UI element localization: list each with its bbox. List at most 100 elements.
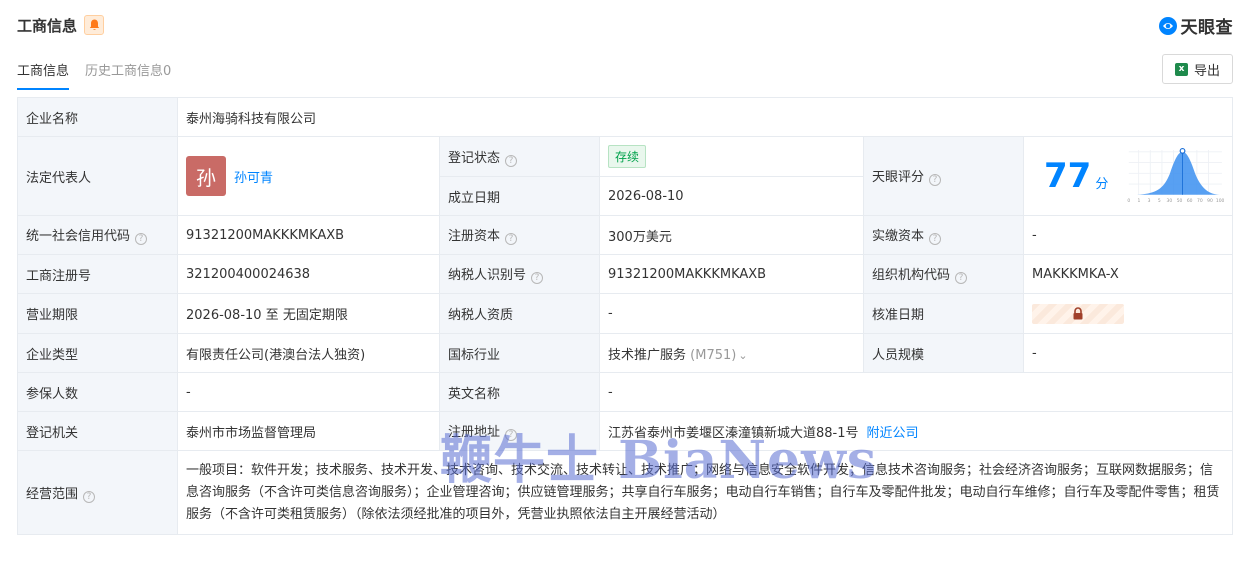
- help-icon[interactable]: ?: [505, 154, 518, 167]
- axis-tick-label: 70: [1197, 198, 1203, 204]
- help-icon[interactable]: ?: [531, 272, 544, 284]
- reg-address-label: 注册地址: [448, 425, 501, 440]
- axis-tick-label: 0: [1128, 198, 1131, 204]
- table-row: 经营范围? 一般项目：软件开发；技术服务、技术开发、技术咨询、技术交流、技术转让…: [17, 450, 1234, 535]
- axis-tick-label: 100: [1216, 198, 1224, 204]
- approval-date-cell: [1022, 293, 1234, 334]
- english-name-label: 英文名称: [439, 372, 600, 412]
- industry-code: (M751): [690, 347, 737, 363]
- paid-capital-label: 实缴资本: [872, 229, 925, 244]
- credit-code-label: 统一社会信用代码: [26, 229, 131, 244]
- help-icon[interactable]: ?: [83, 490, 96, 503]
- taxpayer-id-label: 纳税人识别号: [448, 268, 527, 283]
- score-value: 77: [1044, 156, 1092, 196]
- excel-icon: x: [1174, 62, 1188, 76]
- help-icon[interactable]: ?: [955, 272, 968, 284]
- company-type-label: 企业类型: [17, 333, 178, 373]
- logo-text: 天眼查: [1180, 18, 1233, 38]
- avatar[interactable]: 孙: [186, 156, 226, 196]
- table-row: 工商注册号 321200400024638 纳税人识别号? 91321200MA…: [17, 254, 1234, 294]
- table-row: 统一社会信用代码? 91321200MAKKKMKAXB 注册资本? 300万美…: [17, 215, 1234, 255]
- axis-tick-label: 90: [1207, 198, 1213, 204]
- credit-code-value: 91321200MAKKKMKAXB: [177, 215, 440, 255]
- company-type-value: 有限责任公司(港澳台法人独资): [177, 333, 440, 373]
- eye-icon: [1158, 16, 1177, 35]
- legal-rep-name-link[interactable]: 孙可青: [234, 171, 273, 186]
- bell-icon[interactable]: [84, 15, 105, 35]
- table-row: 企业名称 泰州海骑科技有限公司: [17, 97, 1234, 137]
- org-code-value: MAKKKMKA-X: [1022, 254, 1234, 294]
- reg-authority-label: 登记机关: [17, 411, 178, 451]
- score-unit: 分: [1095, 176, 1109, 192]
- chevron-down-icon[interactable]: ⌄: [738, 349, 747, 362]
- taxpayer-qual-label: 纳税人资质: [439, 293, 600, 334]
- taxpayer-id-label-cell: 纳税人识别号?: [439, 254, 600, 294]
- help-icon[interactable]: ?: [135, 233, 148, 245]
- table-row: 法定代表人 孙孙可青 登记状态? 存续 天眼评分? 77 分 0 1 3 5 30 50 6…: [17, 136, 1234, 216]
- export-label: 导出: [1193, 63, 1220, 79]
- help-icon[interactable]: ?: [929, 174, 942, 186]
- industry-label: 国标行业: [439, 333, 600, 373]
- table-row: 营业期限 2026-08-10 至 无固定期限 纳税人资质 - 核准日期: [17, 293, 1234, 334]
- axis-tick-label: 3: [1148, 198, 1151, 204]
- reg-status-cell: 存续: [599, 136, 864, 177]
- score-marker-dot: [1179, 148, 1186, 154]
- reg-authority-value: 泰州市市场监督管理局: [177, 411, 440, 451]
- axis-tick-label: 30: [1167, 198, 1173, 204]
- tab-history-business-info[interactable]: 历史工商信息0: [85, 60, 171, 90]
- nearby-companies-link[interactable]: 附近公司: [867, 426, 919, 441]
- term-label: 营业期限: [17, 293, 178, 334]
- reg-no-value: 321200400024638: [177, 254, 440, 294]
- help-icon[interactable]: ?: [929, 233, 942, 245]
- tab-business-info[interactable]: 工商信息: [17, 60, 70, 90]
- section-title: 工商信息: [17, 16, 78, 35]
- export-button[interactable]: x 导出: [1161, 54, 1233, 84]
- reg-status-label-cell: 登记状态?: [439, 136, 600, 177]
- reg-status-label: 登记状态: [448, 150, 501, 166]
- org-code-label: 组织机构代码: [872, 268, 951, 283]
- axis-tick-label: 60: [1187, 198, 1193, 204]
- scope-value: 一般项目：软件开发；技术服务、技术开发、技术咨询、技术交流、技术转让、技术推广；…: [176, 450, 1234, 535]
- scope-label: 经营范围: [26, 486, 79, 502]
- locked-value[interactable]: [1032, 303, 1124, 324]
- taxpayer-id-value: 91321200MAKKKMKAXB: [599, 254, 864, 294]
- english-name-value: -: [598, 372, 1234, 412]
- help-icon[interactable]: ?: [505, 233, 518, 245]
- industry-value: 技术推广服务: [608, 347, 687, 363]
- axis-tick-label: 1: [1138, 198, 1141, 204]
- help-icon[interactable]: ?: [505, 429, 518, 441]
- reg-capital-label-cell: 注册资本?: [439, 215, 600, 255]
- score-label-cell: 天眼评分?: [863, 136, 1024, 216]
- legal-rep-cell: 孙孙可青: [177, 136, 440, 216]
- company-name-label: 企业名称: [17, 97, 178, 137]
- lock-icon: [1073, 306, 1083, 319]
- reg-no-label: 工商注册号: [17, 254, 178, 294]
- tianyancha-logo[interactable]: 天眼查: [1158, 13, 1234, 38]
- legal-rep-label: 法定代表人: [17, 136, 178, 216]
- insured-label: 参保人数: [17, 372, 178, 412]
- company-name-value: 泰州海骑科技有限公司: [176, 97, 1234, 137]
- taxpayer-qual-value: -: [599, 293, 864, 334]
- score-distribution-chart: 0 1 3 5 30 50 60 70 90 100: [1128, 148, 1224, 204]
- status-badge: 存续: [608, 145, 647, 168]
- score-label: 天眼评分: [872, 170, 925, 185]
- credit-code-label-cell: 统一社会信用代码?: [17, 215, 178, 255]
- reg-address-label-cell: 注册地址?: [439, 411, 600, 451]
- business-info-table: 企业名称 泰州海骑科技有限公司 法定代表人 孙孙可青 登记状态? 存续 天眼评分…: [17, 97, 1234, 535]
- staff-size-value: -: [1022, 333, 1234, 373]
- tab-bar: 工商信息 历史工商信息0: [17, 60, 171, 90]
- staff-size-label: 人员规模: [863, 333, 1024, 373]
- table-row: 企业类型 有限责任公司(港澳台法人独资) 国标行业 技术推广服务 (M751) ⌄…: [17, 333, 1234, 373]
- scope-label-cell: 经营范围?: [17, 450, 178, 535]
- paid-capital-value: -: [1022, 215, 1234, 255]
- insured-value: -: [177, 372, 440, 412]
- score-cell[interactable]: 77 分 0 1 3 5 30 50 60 70 90 100: [1022, 136, 1234, 216]
- table-row: 登记机关 泰州市市场监督管理局 注册地址? 江苏省泰州市姜堰区溱潼镇新城大道88…: [17, 411, 1234, 451]
- industry-cell[interactable]: 技术推广服务 (M751) ⌄: [599, 333, 864, 373]
- reg-address-value: 江苏省泰州市姜堰区溱潼镇新城大道88-1号: [608, 425, 859, 441]
- term-value: 2026-08-10 至 无固定期限: [177, 293, 440, 334]
- org-code-label-cell: 组织机构代码?: [863, 254, 1024, 294]
- reg-address-cell: 江苏省泰州市姜堰区溱潼镇新城大道88-1号 附近公司: [598, 411, 1234, 451]
- founded-label: 成立日期: [439, 176, 600, 216]
- approval-date-label: 核准日期: [863, 293, 1024, 334]
